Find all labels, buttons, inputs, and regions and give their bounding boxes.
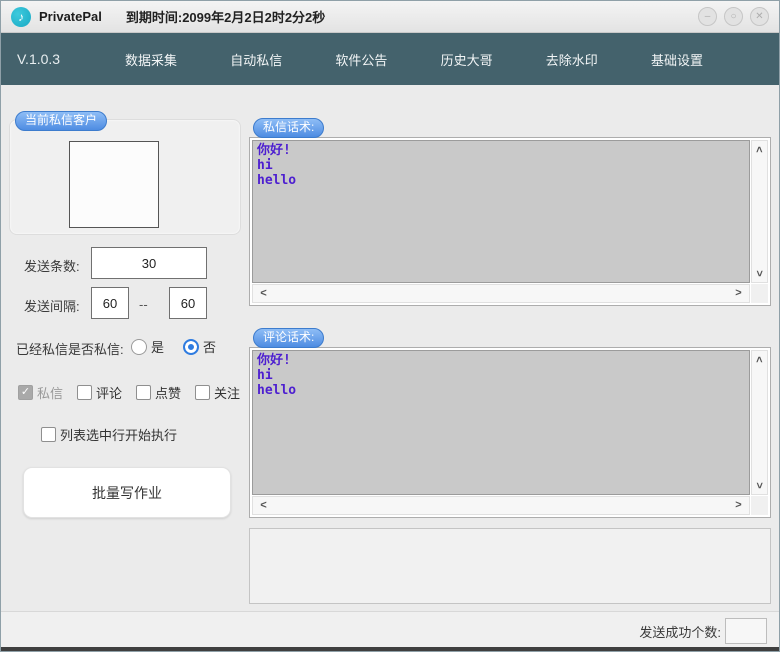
success-count-input[interactable]: [725, 618, 767, 644]
expiry-time-text: 到期时间:2099年2月2日2时2分2秒: [126, 7, 325, 26]
send-interval-label: 发送间隔:: [24, 296, 80, 315]
comment-script-title: 评论话术:: [253, 328, 324, 348]
tab-auto-dm[interactable]: 自动私信: [224, 42, 288, 77]
scroll-left-icon[interactable]: >: [257, 498, 270, 511]
radio-no-circle[interactable]: [183, 339, 199, 355]
comment-script-textarea[interactable]: 你好! hi hello: [252, 350, 750, 495]
radio-no-label: 否: [203, 337, 216, 356]
checkbox-option-dm[interactable]: ✓ 私信: [18, 383, 63, 402]
tab-software-notice[interactable]: 软件公告: [329, 42, 393, 77]
checkbox-option-follow[interactable]: 关注: [195, 383, 240, 402]
comment-script-box: 你好! hi hello > > > >: [249, 347, 771, 518]
checkbox-option-comment[interactable]: 评论: [77, 383, 122, 402]
comment-horizontal-scrollbar[interactable]: > >: [252, 496, 750, 515]
close-button[interactable]: ✕: [750, 7, 769, 26]
success-count-label: 发送成功个数:: [639, 622, 721, 641]
dm-checkbox-label: 私信: [37, 383, 63, 402]
scrollbar-corner: [751, 284, 768, 303]
log-output-box[interactable]: [249, 528, 771, 604]
title-bar: ♪ PrivatePal 到期时间:2099年2月2日2时2分2秒 – ○ ✕: [1, 1, 779, 33]
radio-option-yes[interactable]: 是: [131, 337, 164, 356]
scroll-right-icon[interactable]: >: [732, 498, 745, 511]
minimize-button[interactable]: –: [698, 7, 717, 26]
scroll-up-icon[interactable]: >: [753, 353, 766, 366]
radio-yes-circle[interactable]: [131, 339, 147, 355]
maximize-button[interactable]: ○: [724, 7, 743, 26]
window-bottom-edge: [1, 647, 779, 652]
send-count-input[interactable]: [91, 247, 207, 279]
start-from-selected-label: 列表选中行开始执行: [60, 425, 177, 444]
send-count-label: 发送条数:: [24, 256, 80, 275]
dm-checkbox[interactable]: ✓: [18, 385, 33, 400]
follow-checkbox-label: 关注: [214, 383, 240, 402]
like-checkbox-label: 点赞: [155, 383, 181, 402]
dm-script-textarea[interactable]: 你好! hi hello: [252, 140, 750, 283]
nav-tabs: 数据采集 自动私信 软件公告 历史大哥 去除水印 基础设置: [119, 33, 709, 85]
scrollbar-corner: [751, 496, 768, 515]
app-window: ♪ PrivatePal 到期时间:2099年2月2日2时2分2秒 – ○ ✕ …: [0, 0, 780, 652]
nav-bar: V.1.0.3 数据采集 自动私信 软件公告 历史大哥 去除水印 基础设置: [1, 33, 779, 85]
interval-separator: --: [139, 297, 148, 312]
music-note-icon: ♪: [11, 7, 31, 27]
tab-data-collection[interactable]: 数据采集: [119, 42, 183, 77]
tab-remove-watermark[interactable]: 去除水印: [540, 42, 604, 77]
version-label: V.1.0.3: [17, 51, 60, 67]
app-title: PrivatePal: [39, 9, 102, 24]
already-dm-question-label: 已经私信是否私信:: [16, 339, 124, 358]
dm-script-box: 你好! hi hello > > > >: [249, 137, 771, 306]
batch-write-button[interactable]: 批量写作业: [23, 467, 231, 518]
comment-vertical-scrollbar[interactable]: > >: [751, 350, 768, 495]
scroll-down-icon[interactable]: >: [753, 267, 766, 280]
send-interval-max-input[interactable]: [169, 287, 207, 319]
follow-checkbox[interactable]: [195, 385, 210, 400]
scroll-down-icon[interactable]: >: [753, 479, 766, 492]
scroll-right-icon[interactable]: >: [732, 286, 745, 299]
customer-avatar-placeholder: [69, 141, 159, 228]
radio-yes-label: 是: [151, 337, 164, 356]
dm-script-title: 私信话术:: [253, 118, 324, 138]
tab-basic-settings[interactable]: 基础设置: [645, 42, 709, 77]
scroll-left-icon[interactable]: >: [257, 286, 270, 299]
window-controls: – ○ ✕: [698, 7, 769, 26]
comment-checkbox[interactable]: [77, 385, 92, 400]
checkbox-option-like[interactable]: 点赞: [136, 383, 181, 402]
current-customer-group-title: 当前私信客户: [15, 111, 107, 131]
comment-checkbox-label: 评论: [96, 383, 122, 402]
scroll-up-icon[interactable]: >: [753, 143, 766, 156]
start-from-selected-checkbox[interactable]: [41, 427, 56, 442]
like-checkbox[interactable]: [136, 385, 151, 400]
start-from-selected-row[interactable]: 列表选中行开始执行: [41, 425, 177, 444]
dm-horizontal-scrollbar[interactable]: > >: [252, 284, 750, 303]
radio-option-no[interactable]: 否: [183, 337, 216, 356]
tab-history[interactable]: 历史大哥: [435, 42, 499, 77]
dm-vertical-scrollbar[interactable]: > >: [751, 140, 768, 283]
send-interval-min-input[interactable]: [91, 287, 129, 319]
action-checkbox-row: ✓ 私信 评论 点赞 关注: [18, 383, 240, 402]
status-bar: 发送成功个数:: [1, 611, 779, 647]
